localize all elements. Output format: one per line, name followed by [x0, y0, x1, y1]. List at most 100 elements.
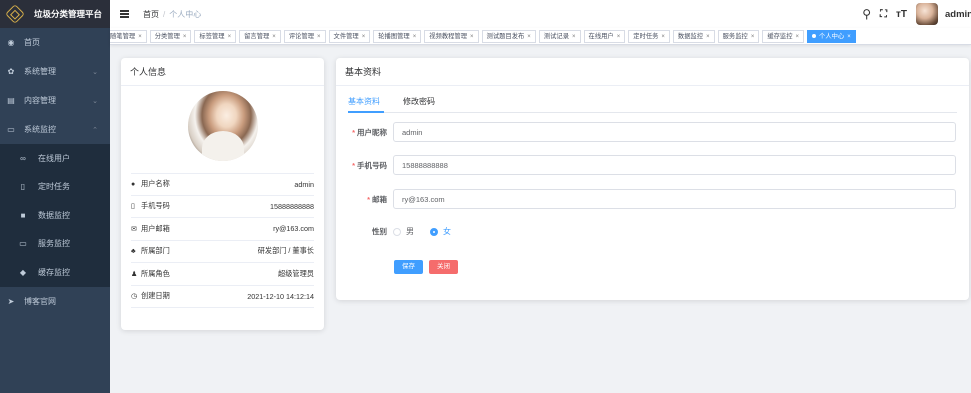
breadcrumb-current: 个人中心: [169, 9, 202, 19]
job-icon: ▯: [20, 182, 26, 192]
close-icon[interactable]: ×: [706, 34, 710, 40]
tag-message[interactable]: 留言管理 ×: [239, 30, 281, 43]
nickname-input[interactable]: [393, 122, 956, 142]
monitor-submenu: ∞ 在线用户 ▯ 定时任务 ■ 数据监控 ▭ 服务监控 ◆ 缓存监控: [0, 144, 110, 287]
sidebar-item-label: 首页: [24, 38, 40, 47]
info-value: ry@163.com: [273, 224, 314, 234]
close-icon[interactable]: ×: [362, 34, 366, 40]
phone-input[interactable]: [393, 155, 956, 175]
sidebar-item-label: 在线用户: [38, 153, 70, 163]
save-button[interactable]: 保存: [394, 260, 423, 274]
tag-label-mgmt[interactable]: 标签管理 ×: [194, 30, 237, 43]
close-icon[interactable]: ×: [572, 34, 576, 40]
tag-online[interactable]: 在线用户 ×: [583, 30, 626, 43]
sidebar-item-server[interactable]: ▭ 服务监控: [0, 230, 110, 259]
tag-label: 测试记录: [543, 33, 569, 40]
form-row-phone: * 手机号码: [336, 155, 956, 175]
tag-label: 缓存监控: [767, 33, 793, 40]
tag-test-record[interactable]: 测试记录 ×: [538, 30, 581, 43]
close-icon[interactable]: ×: [413, 34, 417, 40]
tag-label: 视频教程管理: [429, 33, 467, 40]
info-row-username: ● 用户名称 admin: [131, 173, 314, 196]
close-icon[interactable]: ×: [138, 34, 142, 40]
search-icon[interactable]: ⚲: [862, 7, 871, 21]
close-icon[interactable]: ×: [617, 34, 621, 40]
radio-dot: [393, 227, 401, 236]
tag-essay[interactable]: 随笔管理 ×: [110, 30, 147, 43]
tag-carousel[interactable]: 轮播图管理 ×: [373, 30, 422, 43]
font-size-icon[interactable]: тT: [896, 9, 907, 20]
document-icon: ▤: [7, 96, 15, 105]
form-row-email: * 邮箱: [336, 189, 956, 209]
tree-icon: ♣: [131, 247, 136, 255]
info-row-created: ◷ 创建日期 2021-12-10 14:12:14: [131, 286, 314, 308]
navbar: 首页 / 个人中心 ⚲ ⛶ тT admin: [110, 0, 971, 28]
online-icon: ∞: [20, 153, 26, 163]
tag-test-publish[interactable]: 测试题目发布 ×: [481, 30, 536, 43]
sidebar-item-online[interactable]: ∞ 在线用户: [0, 144, 110, 173]
close-icon[interactable]: ×: [228, 34, 232, 40]
chevron-up-icon: ⌃: [92, 126, 98, 134]
close-icon[interactable]: ×: [847, 34, 851, 40]
tag-profile[interactable]: 个人中心 ×: [807, 30, 856, 43]
sidebar-item-druid[interactable]: ■ 数据监控: [0, 201, 110, 230]
profile-avatar[interactable]: [188, 91, 258, 161]
close-icon[interactable]: ×: [527, 34, 531, 40]
avatar[interactable]: [916, 3, 938, 25]
close-icon[interactable]: ×: [183, 34, 187, 40]
close-icon[interactable]: ×: [661, 34, 665, 40]
tag-label: 标签管理: [199, 33, 225, 40]
tag-file[interactable]: 文件管理 ×: [328, 30, 371, 43]
tab-change-password[interactable]: 修改密码: [403, 96, 435, 107]
hamburger-icon[interactable]: [120, 10, 129, 18]
sidebar-item-cache[interactable]: ◆ 缓存监控: [0, 258, 110, 287]
tag-label: 文件管理: [333, 33, 359, 40]
close-icon[interactable]: ×: [751, 34, 755, 40]
tag-job[interactable]: 定时任务 ×: [628, 30, 670, 43]
tag-druid[interactable]: 数据监控 ×: [672, 30, 715, 43]
tags-view: 随笔管理 × 分类管理 × 标签管理 × 留言管理 × 评论管理 × 文件管理 × 轮播图管理 × 视频教程…: [110, 28, 971, 45]
sex-radio-group: 男 女: [393, 226, 467, 237]
profile-card: 个人信息 ● 用户名称 admin ▯ 手机号码 15888888888 ✉ 用户邮箱…: [121, 58, 324, 330]
tab-basic-info[interactable]: 基本资料: [348, 96, 380, 107]
redis-icon: ◆: [19, 267, 27, 277]
sidebar: 垃圾分类管理平台 ◉ 首页 ✿ 系统管理 ⌄ ▤ 内容管理 ⌄ ▭ 系统监控 ⌃…: [0, 0, 110, 393]
email-input[interactable]: [393, 189, 956, 209]
tag-comment[interactable]: 评论管理 ×: [283, 30, 326, 43]
radio-male[interactable]: 男: [393, 226, 414, 237]
radio-female[interactable]: 女: [430, 226, 451, 237]
tag-server[interactable]: 服务监控 ×: [717, 30, 760, 43]
close-icon[interactable]: ×: [317, 34, 321, 40]
sidebar-item-system[interactable]: ✿ 系统管理 ⌄: [0, 57, 110, 86]
sidebar-item-label: 服务监控: [38, 239, 70, 249]
sidebar-item-label: 数据监控: [38, 210, 70, 220]
info-label: 创建日期: [141, 291, 170, 301]
tag-label: 数据监控: [677, 33, 704, 40]
close-icon[interactable]: ×: [796, 34, 800, 40]
breadcrumb-home[interactable]: 首页: [143, 10, 159, 19]
close-icon[interactable]: ×: [470, 34, 474, 40]
sidebar-item-job[interactable]: ▯ 定时任务: [0, 173, 110, 202]
tag-cache[interactable]: 缓存监控 ×: [762, 30, 805, 43]
form-row-sex: 性别 男 女: [336, 226, 467, 237]
tag-video[interactable]: 视频教程管理 ×: [424, 30, 479, 43]
sidebar-item-blog[interactable]: ➤ 博客官网: [0, 287, 110, 316]
info-label: 所属部门: [141, 246, 170, 256]
tag-label: 留言管理: [244, 33, 270, 40]
dashboard-icon: ◉: [7, 38, 15, 47]
tag-category[interactable]: 分类管理 ×: [149, 30, 192, 43]
fullscreen-icon[interactable]: ⛶: [880, 9, 887, 20]
breadcrumb-separator: /: [163, 9, 166, 19]
close-icon[interactable]: ×: [272, 34, 276, 40]
header-username[interactable]: admin: [945, 9, 971, 20]
tag-label: 轮播图管理: [378, 33, 410, 40]
phone-icon: ▯: [131, 203, 135, 211]
sidebar-item-home[interactable]: ◉ 首页: [0, 28, 110, 57]
tag-label: 在线用户: [588, 33, 614, 40]
info-value: 研发部门 / 董事长: [257, 246, 314, 256]
sidebar-item-monitor[interactable]: ▭ 系统监控 ⌃: [0, 115, 110, 144]
sidebar-item-content[interactable]: ▤ 内容管理 ⌄: [0, 86, 110, 115]
form-row-nickname: * 用户昵称: [336, 122, 956, 142]
close-button[interactable]: 关闭: [429, 260, 458, 274]
tab-active-bar: [348, 111, 384, 113]
